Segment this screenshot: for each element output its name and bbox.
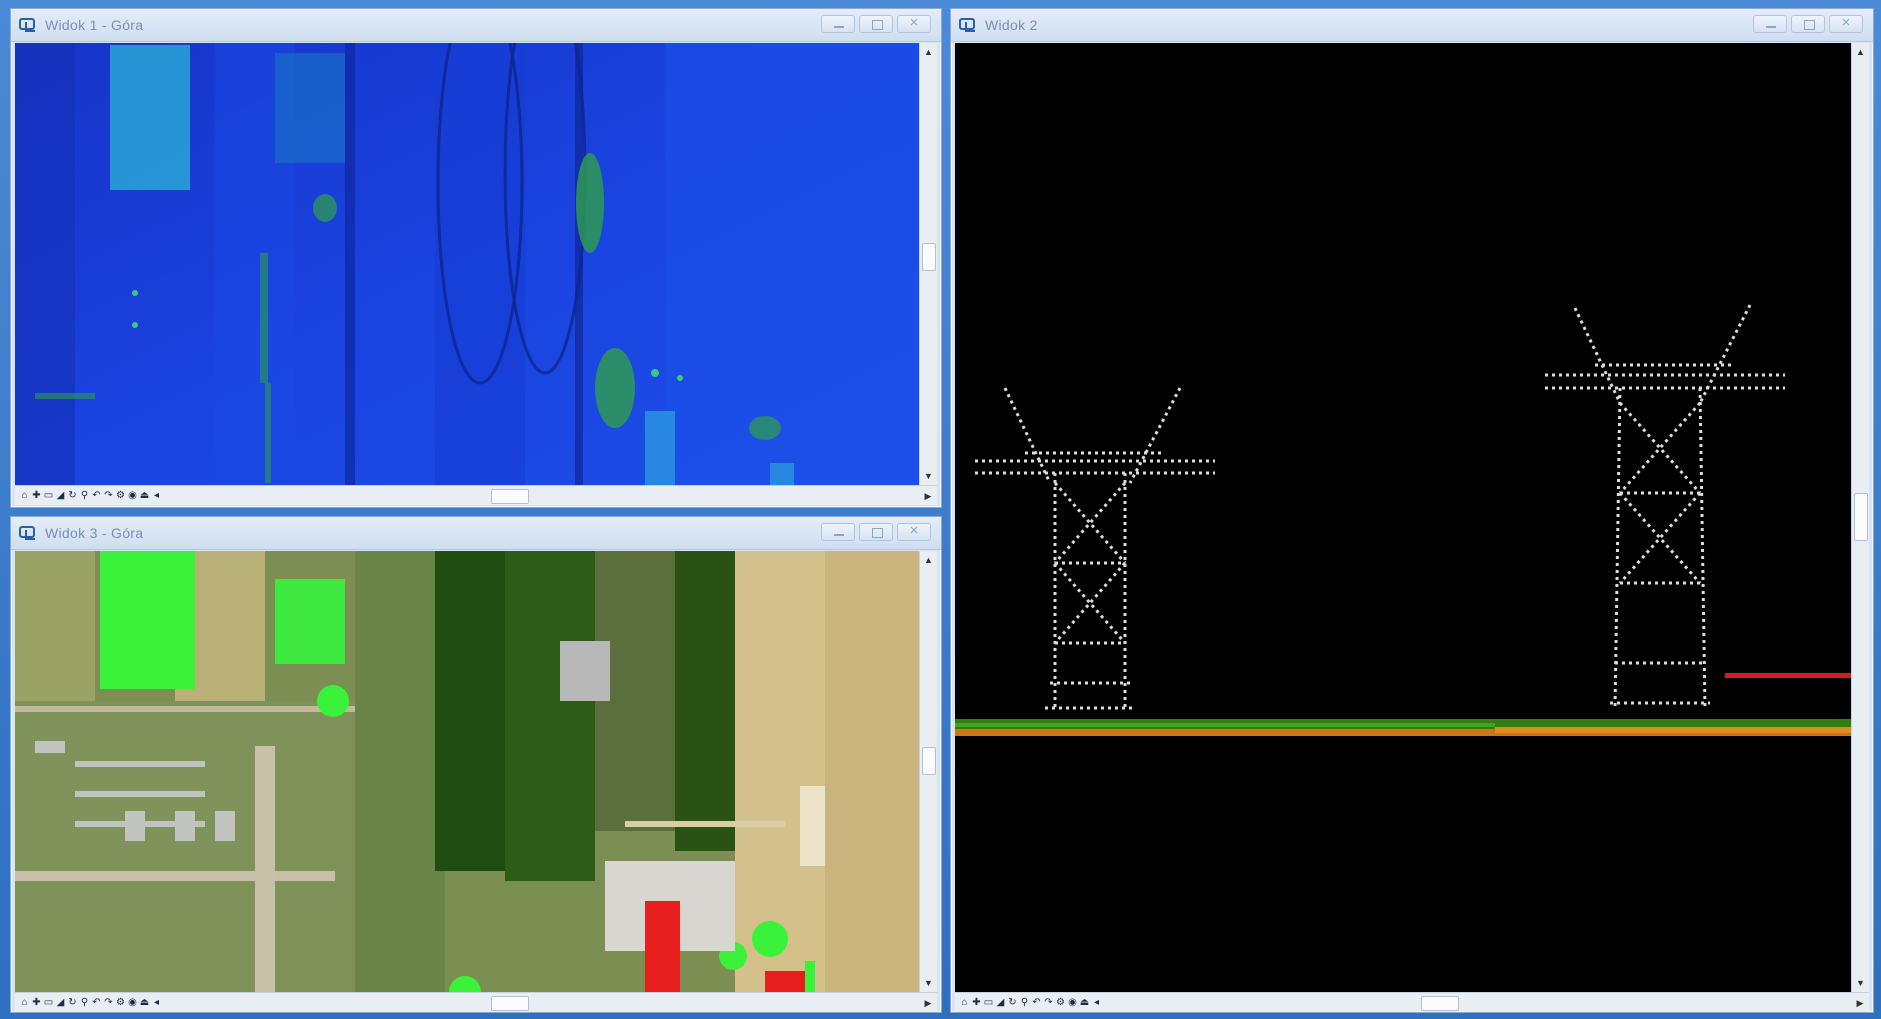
- scroll-thumb[interactable]: [1854, 493, 1868, 541]
- view-window-icon: [17, 524, 39, 542]
- vertical-scrollbar[interactable]: ▲ ▼: [919, 551, 937, 992]
- view-toolbar: ⌂ ✚ ▭ ◢ ↻ ⚲ ↶ ↷ ⚙ ◉ ⏏ ◂ ▶: [15, 485, 937, 505]
- rotate-icon[interactable]: ↻: [67, 490, 78, 502]
- fit-icon[interactable]: ◢: [55, 997, 66, 1009]
- orthophoto-raster: [15, 551, 919, 992]
- view-icon[interactable]: ◉: [127, 997, 138, 1009]
- settings-icon[interactable]: ⚙: [115, 490, 126, 502]
- home-icon[interactable]: ⌂: [959, 997, 970, 1009]
- close-button[interactable]: [897, 14, 931, 33]
- power-line-profile-view[interactable]: [955, 43, 1851, 992]
- window-icon[interactable]: ▭: [983, 997, 994, 1009]
- pan-icon[interactable]: ✚: [31, 490, 42, 502]
- settings-icon[interactable]: ⚙: [1055, 997, 1066, 1009]
- pan-icon[interactable]: ✚: [971, 997, 982, 1009]
- scroll-right-arrow[interactable]: ▶: [1851, 993, 1869, 1012]
- scroll-left-icon[interactable]: ◂: [151, 997, 162, 1009]
- scroll-thumb[interactable]: [922, 243, 936, 271]
- pan-icon[interactable]: ✚: [31, 997, 42, 1009]
- minimize-button[interactable]: [821, 15, 855, 33]
- redo-icon[interactable]: ↷: [1043, 997, 1054, 1009]
- redo-icon[interactable]: ↷: [103, 490, 114, 502]
- maximize-button[interactable]: [1791, 15, 1825, 33]
- zoom-icon[interactable]: ⚲: [79, 490, 90, 502]
- zoom-icon[interactable]: ⚲: [1019, 997, 1030, 1009]
- maximize-button[interactable]: [859, 523, 893, 541]
- vertical-scrollbar[interactable]: ▲ ▼: [1851, 43, 1869, 992]
- red-wire-points: [1725, 673, 1851, 678]
- scroll-up-arrow[interactable]: ▲: [920, 43, 937, 61]
- home-icon[interactable]: ⌂: [19, 997, 30, 1009]
- window-icon[interactable]: ▭: [43, 490, 54, 502]
- horizontal-scroll-thumb[interactable]: [1421, 996, 1459, 1011]
- horizontal-scrollbar[interactable]: ▶: [166, 486, 937, 505]
- home-icon[interactable]: ⌂: [19, 490, 30, 502]
- scroll-up-arrow[interactable]: ▲: [920, 551, 937, 569]
- render-icon[interactable]: ⏏: [139, 997, 150, 1009]
- minimize-button[interactable]: [821, 523, 855, 541]
- rotate-icon[interactable]: ↻: [67, 997, 78, 1009]
- undo-icon[interactable]: ↶: [91, 490, 102, 502]
- view-window-1[interactable]: Widok 1 - Góra × ▲ ▼ ⌂ ✚ ▭ ◢ ↻ ⚲ ↶ ↷ ⚙ ◉…: [10, 8, 942, 508]
- scroll-down-arrow[interactable]: ▼: [920, 974, 937, 992]
- scroll-left-icon[interactable]: ◂: [151, 490, 162, 502]
- view-window-icon: [957, 16, 979, 34]
- settings-icon[interactable]: ⚙: [115, 997, 126, 1009]
- view-toolbar: ⌂ ✚ ▭ ◢ ↻ ⚲ ↶ ↷ ⚙ ◉ ⏏ ◂ ▶: [15, 992, 937, 1012]
- scroll-right-arrow[interactable]: ▶: [919, 486, 937, 505]
- horizontal-scrollbar[interactable]: ▶: [166, 993, 937, 1012]
- scroll-left-icon[interactable]: ◂: [1091, 997, 1102, 1009]
- classified-orthophoto-view[interactable]: [15, 551, 919, 992]
- render-icon[interactable]: ⏏: [139, 490, 150, 502]
- view-icon[interactable]: ◉: [1067, 997, 1078, 1009]
- scroll-thumb[interactable]: [922, 747, 936, 775]
- window-icon[interactable]: ▭: [43, 997, 54, 1009]
- title-bar[interactable]: Widok 3 - Góra: [11, 517, 941, 550]
- window-title: Widok 3 - Góra: [45, 525, 144, 541]
- close-button[interactable]: [897, 522, 931, 541]
- undo-icon[interactable]: ↶: [1031, 997, 1042, 1009]
- title-bar[interactable]: Widok 2: [951, 9, 1873, 42]
- render-icon[interactable]: ⏏: [1079, 997, 1090, 1009]
- horizontal-scroll-thumb[interactable]: [491, 996, 529, 1011]
- view-tools: ⌂ ✚ ▭ ◢ ↻ ⚲ ↶ ↷ ⚙ ◉ ⏏ ◂: [955, 993, 1102, 1012]
- minimize-button[interactable]: [1753, 15, 1787, 33]
- scroll-down-arrow[interactable]: ▼: [1852, 974, 1869, 992]
- window-title: Widok 2: [985, 17, 1038, 33]
- profile-point-cloud: [955, 43, 1851, 992]
- view-tools: ⌂ ✚ ▭ ◢ ↻ ⚲ ↶ ↷ ⚙ ◉ ⏏ ◂: [15, 486, 162, 505]
- scroll-right-arrow[interactable]: ▶: [919, 993, 937, 1012]
- zoom-icon[interactable]: ⚲: [79, 997, 90, 1009]
- window-title: Widok 1 - Góra: [45, 17, 144, 33]
- view-tools: ⌂ ✚ ▭ ◢ ↻ ⚲ ↶ ↷ ⚙ ◉ ⏏ ◂: [15, 993, 162, 1012]
- view-window-icon: [17, 16, 39, 34]
- vertical-scrollbar[interactable]: ▲ ▼: [919, 43, 937, 485]
- maximize-button[interactable]: [859, 15, 893, 33]
- horizontal-scroll-thumb[interactable]: [491, 489, 529, 504]
- elevation-point-cloud-view[interactable]: [15, 43, 919, 485]
- title-bar[interactable]: Widok 1 - Góra: [11, 9, 941, 42]
- rotate-icon[interactable]: ↻: [1007, 997, 1018, 1009]
- desktop: Widok 1 - Góra × ▲ ▼ ⌂ ✚ ▭ ◢ ↻ ⚲ ↶ ↷ ⚙ ◉…: [0, 0, 1881, 1019]
- view-window-2[interactable]: Widok 2 × ▲ ▼ ⌂ ✚ ▭ ◢ ↻ ⚲ ↶ ↷ ⚙ ◉ ⏏ ◂ ▶: [950, 8, 1874, 1013]
- view-toolbar: ⌂ ✚ ▭ ◢ ↻ ⚲ ↶ ↷ ⚙ ◉ ⏏ ◂ ▶: [955, 992, 1869, 1012]
- scroll-up-arrow[interactable]: ▲: [1852, 43, 1869, 61]
- view-icon[interactable]: ◉: [127, 490, 138, 502]
- fit-icon[interactable]: ◢: [995, 997, 1006, 1009]
- scroll-down-arrow[interactable]: ▼: [920, 467, 937, 485]
- view-window-3[interactable]: Widok 3 - Góra × ▲ ▼ ⌂ ✚ ▭ ◢ ↻ ⚲ ↶ ↷ ⚙ ◉…: [10, 516, 942, 1013]
- horizontal-scrollbar[interactable]: ▶: [1106, 993, 1869, 1012]
- elevation-raster: [15, 43, 919, 485]
- fit-icon[interactable]: ◢: [55, 490, 66, 502]
- undo-icon[interactable]: ↶: [91, 997, 102, 1009]
- redo-icon[interactable]: ↷: [103, 997, 114, 1009]
- close-button[interactable]: [1829, 14, 1863, 33]
